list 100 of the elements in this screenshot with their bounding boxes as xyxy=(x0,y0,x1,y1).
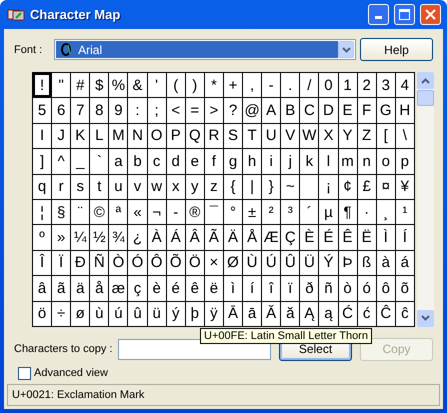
character-cell[interactable]: \ xyxy=(396,124,414,148)
character-cell[interactable]: " xyxy=(52,73,70,98)
character-cell[interactable]: o xyxy=(376,149,395,174)
character-cell[interactable]: Ù xyxy=(243,250,262,276)
character-cell[interactable]: ( xyxy=(166,73,185,98)
character-cell[interactable]: Ó xyxy=(128,250,147,276)
character-cell[interactable]: 4 xyxy=(396,73,414,98)
character-cell[interactable]: ¶ xyxy=(338,200,357,224)
maximize-button[interactable] xyxy=(394,4,415,25)
character-cell[interactable]: ` xyxy=(90,149,108,174)
character-cell[interactable]: ± xyxy=(243,200,262,224)
character-cell[interactable]: 2 xyxy=(358,73,376,98)
character-cell[interactable]: É xyxy=(319,225,338,250)
character-cell[interactable]: g xyxy=(224,149,242,174)
character-cell[interactable]: < xyxy=(166,98,185,123)
character-cell[interactable]: ć xyxy=(358,302,376,326)
character-cell[interactable]: f xyxy=(204,149,223,174)
character-cell[interactable]: w xyxy=(148,174,166,199)
character-cell[interactable]: å xyxy=(90,276,108,301)
character-cell[interactable]: È xyxy=(300,225,318,250)
character-cell[interactable]: F xyxy=(358,98,376,123)
character-cell[interactable]: ö xyxy=(33,302,52,326)
character-cell[interactable]: n xyxy=(358,149,376,174)
character-cell[interactable]: Ý xyxy=(319,250,338,276)
character-cell[interactable]: º xyxy=(33,225,52,250)
character-cell[interactable]: = xyxy=(186,98,204,123)
help-button[interactable]: Help xyxy=(360,38,433,61)
character-cell[interactable]: Õ xyxy=(166,250,185,276)
character-cell[interactable]: Æ xyxy=(262,225,280,250)
character-cell[interactable]: m xyxy=(338,149,357,174)
character-cell[interactable]: ' xyxy=(148,73,166,98)
character-cell[interactable]: Q xyxy=(186,124,204,148)
character-cell[interactable]: k xyxy=(300,149,318,174)
character-cell[interactable]: ] xyxy=(33,149,52,174)
character-cell[interactable]: ă xyxy=(281,302,300,326)
character-cell[interactable]: ā xyxy=(243,302,262,326)
character-cell[interactable]: ¥ xyxy=(396,174,414,199)
character-cell[interactable]: ø xyxy=(71,302,90,326)
character-cell[interactable]: ³ xyxy=(281,200,300,224)
character-cell[interactable]: « xyxy=(128,200,147,224)
character-cell[interactable]: { xyxy=(224,174,242,199)
character-cell[interactable]: ý xyxy=(166,302,185,326)
character-cell[interactable]: £ xyxy=(358,174,376,199)
character-cell[interactable]: y xyxy=(186,174,204,199)
character-cell[interactable]: Ā xyxy=(224,302,242,326)
character-cell[interactable]: q xyxy=(33,174,52,199)
character-cell[interactable]: E xyxy=(338,98,357,123)
character-cell[interactable]: Ð xyxy=(71,250,90,276)
character-cell[interactable]: ç xyxy=(128,276,147,301)
character-cell[interactable]: Ì xyxy=(376,225,395,250)
character-cell[interactable]: ã xyxy=(52,276,70,301)
character-cell[interactable]: ¹ xyxy=(396,200,414,224)
character-cell[interactable]: á xyxy=(396,250,414,276)
character-cell[interactable]: ú xyxy=(109,302,128,326)
character-cell[interactable]: Â xyxy=(186,225,204,250)
character-cell[interactable]: | xyxy=(243,174,262,199)
character-cell[interactable]: ÿ xyxy=(204,302,223,326)
character-cell[interactable]: Ë xyxy=(358,225,376,250)
character-cell[interactable]: ~ xyxy=(281,174,300,199)
character-cell[interactable]: Á xyxy=(166,225,185,250)
character-cell[interactable]: ) xyxy=(186,73,204,98)
character-cell[interactable]: » xyxy=(52,225,70,250)
character-cell[interactable]: ´ xyxy=(300,200,318,224)
character-cell[interactable]: Ą xyxy=(300,302,318,326)
character-cell[interactable]: L xyxy=(90,124,108,148)
character-cell[interactable]: Ã xyxy=(204,225,223,250)
character-cell[interactable]: M xyxy=(109,124,128,148)
character-cell[interactable]: ü xyxy=(148,302,166,326)
character-cell[interactable]: ¿ xyxy=(128,225,147,250)
character-cell[interactable]: ½ xyxy=(90,225,108,250)
character-cell[interactable]: ¦ xyxy=(33,200,52,224)
character-cell[interactable]: Ï xyxy=(52,250,70,276)
character-cell[interactable]: à xyxy=(376,250,395,276)
character-cell[interactable]: Ú xyxy=(262,250,280,276)
character-cell[interactable]: § xyxy=(52,200,70,224)
character-cell[interactable]: Û xyxy=(281,250,300,276)
character-cell[interactable]: Ä xyxy=(224,225,242,250)
character-cell[interactable]: × xyxy=(204,250,223,276)
character-cell[interactable]: * xyxy=(204,73,223,98)
character-cell[interactable]: Þ xyxy=(338,250,357,276)
character-cell[interactable]: r xyxy=(52,174,70,199)
character-cell[interactable]: ð xyxy=(300,276,318,301)
character-cell[interactable]: õ xyxy=(396,276,414,301)
character-cell[interactable]: ¸ xyxy=(376,200,395,224)
font-dropdown[interactable]: Arial xyxy=(54,39,356,60)
character-cell[interactable]: % xyxy=(109,73,128,98)
character-cell[interactable]: 8 xyxy=(90,98,108,123)
character-cell[interactable]: 5 xyxy=(33,98,52,123)
character-cell[interactable]: d xyxy=(166,149,185,174)
character-cell[interactable]: U xyxy=(262,124,280,148)
character-cell[interactable]: Z xyxy=(358,124,376,148)
character-cell[interactable]: v xyxy=(128,174,147,199)
character-cell[interactable]: æ xyxy=(109,276,128,301)
character-cell[interactable]: , xyxy=(243,73,262,98)
character-cell[interactable]: > xyxy=(204,98,223,123)
character-cell[interactable]: N xyxy=(128,124,147,148)
character-cell[interactable]: Ü xyxy=(300,250,318,276)
character-cell[interactable]: Ò xyxy=(109,250,128,276)
character-cell[interactable]: P xyxy=(166,124,185,148)
character-cell[interactable]: é xyxy=(166,276,185,301)
